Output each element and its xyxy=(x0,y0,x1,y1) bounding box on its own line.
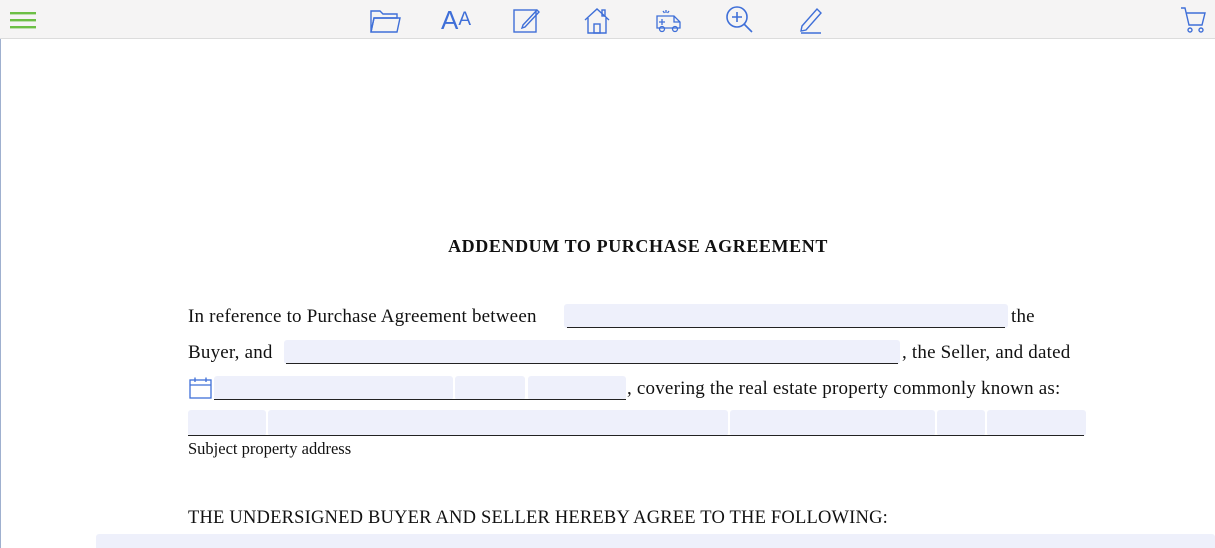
address-city-field[interactable] xyxy=(730,410,935,436)
buyer-name-underline xyxy=(567,327,1005,328)
line2-suffix: , the Seller, and dated xyxy=(902,342,1071,363)
address-street-field[interactable] xyxy=(268,410,728,436)
seller-name-underline xyxy=(286,363,898,364)
document-title: ADDENDUM TO PURCHASE AGREEMENT xyxy=(448,236,828,256)
line3-suffix: , covering the real estate property comm… xyxy=(627,378,1061,399)
date-year-field[interactable] xyxy=(528,376,626,400)
top-toolbar: AA xyxy=(0,0,1215,39)
menu-icon[interactable] xyxy=(6,0,40,39)
pen-icon[interactable] xyxy=(792,0,828,39)
zoom-in-icon[interactable] xyxy=(721,0,759,39)
date-underline xyxy=(214,399,626,400)
date-day-field[interactable] xyxy=(455,376,525,400)
secondary-toolbar xyxy=(0,39,1215,84)
agreement-heading: THE UNDERSIGNED BUYER AND SELLER HEREBY … xyxy=(188,508,888,528)
line2-prefix: Buyer, and xyxy=(188,342,273,363)
folder-icon[interactable] xyxy=(366,0,404,39)
ambulance-icon[interactable] xyxy=(651,0,687,39)
line1-suffix: the xyxy=(1011,306,1035,327)
font-size-big-letter: A xyxy=(440,4,459,35)
buyer-name-field[interactable] xyxy=(564,304,1008,328)
calendar-icon[interactable] xyxy=(189,377,213,404)
address-underline xyxy=(188,435,1084,436)
edit-icon[interactable] xyxy=(508,0,544,39)
agreement-text-field[interactable] xyxy=(96,534,1215,548)
address-caption: Subject property address xyxy=(188,439,352,458)
line1-prefix: In reference to Purchase Agreement betwe… xyxy=(188,306,537,327)
address-number-field[interactable] xyxy=(188,410,266,436)
date-month-field[interactable] xyxy=(214,376,453,400)
address-state-field[interactable] xyxy=(937,410,985,436)
font-size-icon[interactable]: AA xyxy=(437,0,475,39)
address-zip-field[interactable] xyxy=(987,410,1086,436)
seller-name-field[interactable] xyxy=(284,340,900,364)
font-size-small-letter: A xyxy=(458,9,472,30)
home-icon[interactable] xyxy=(579,0,615,39)
cart-icon[interactable] xyxy=(1176,0,1210,39)
